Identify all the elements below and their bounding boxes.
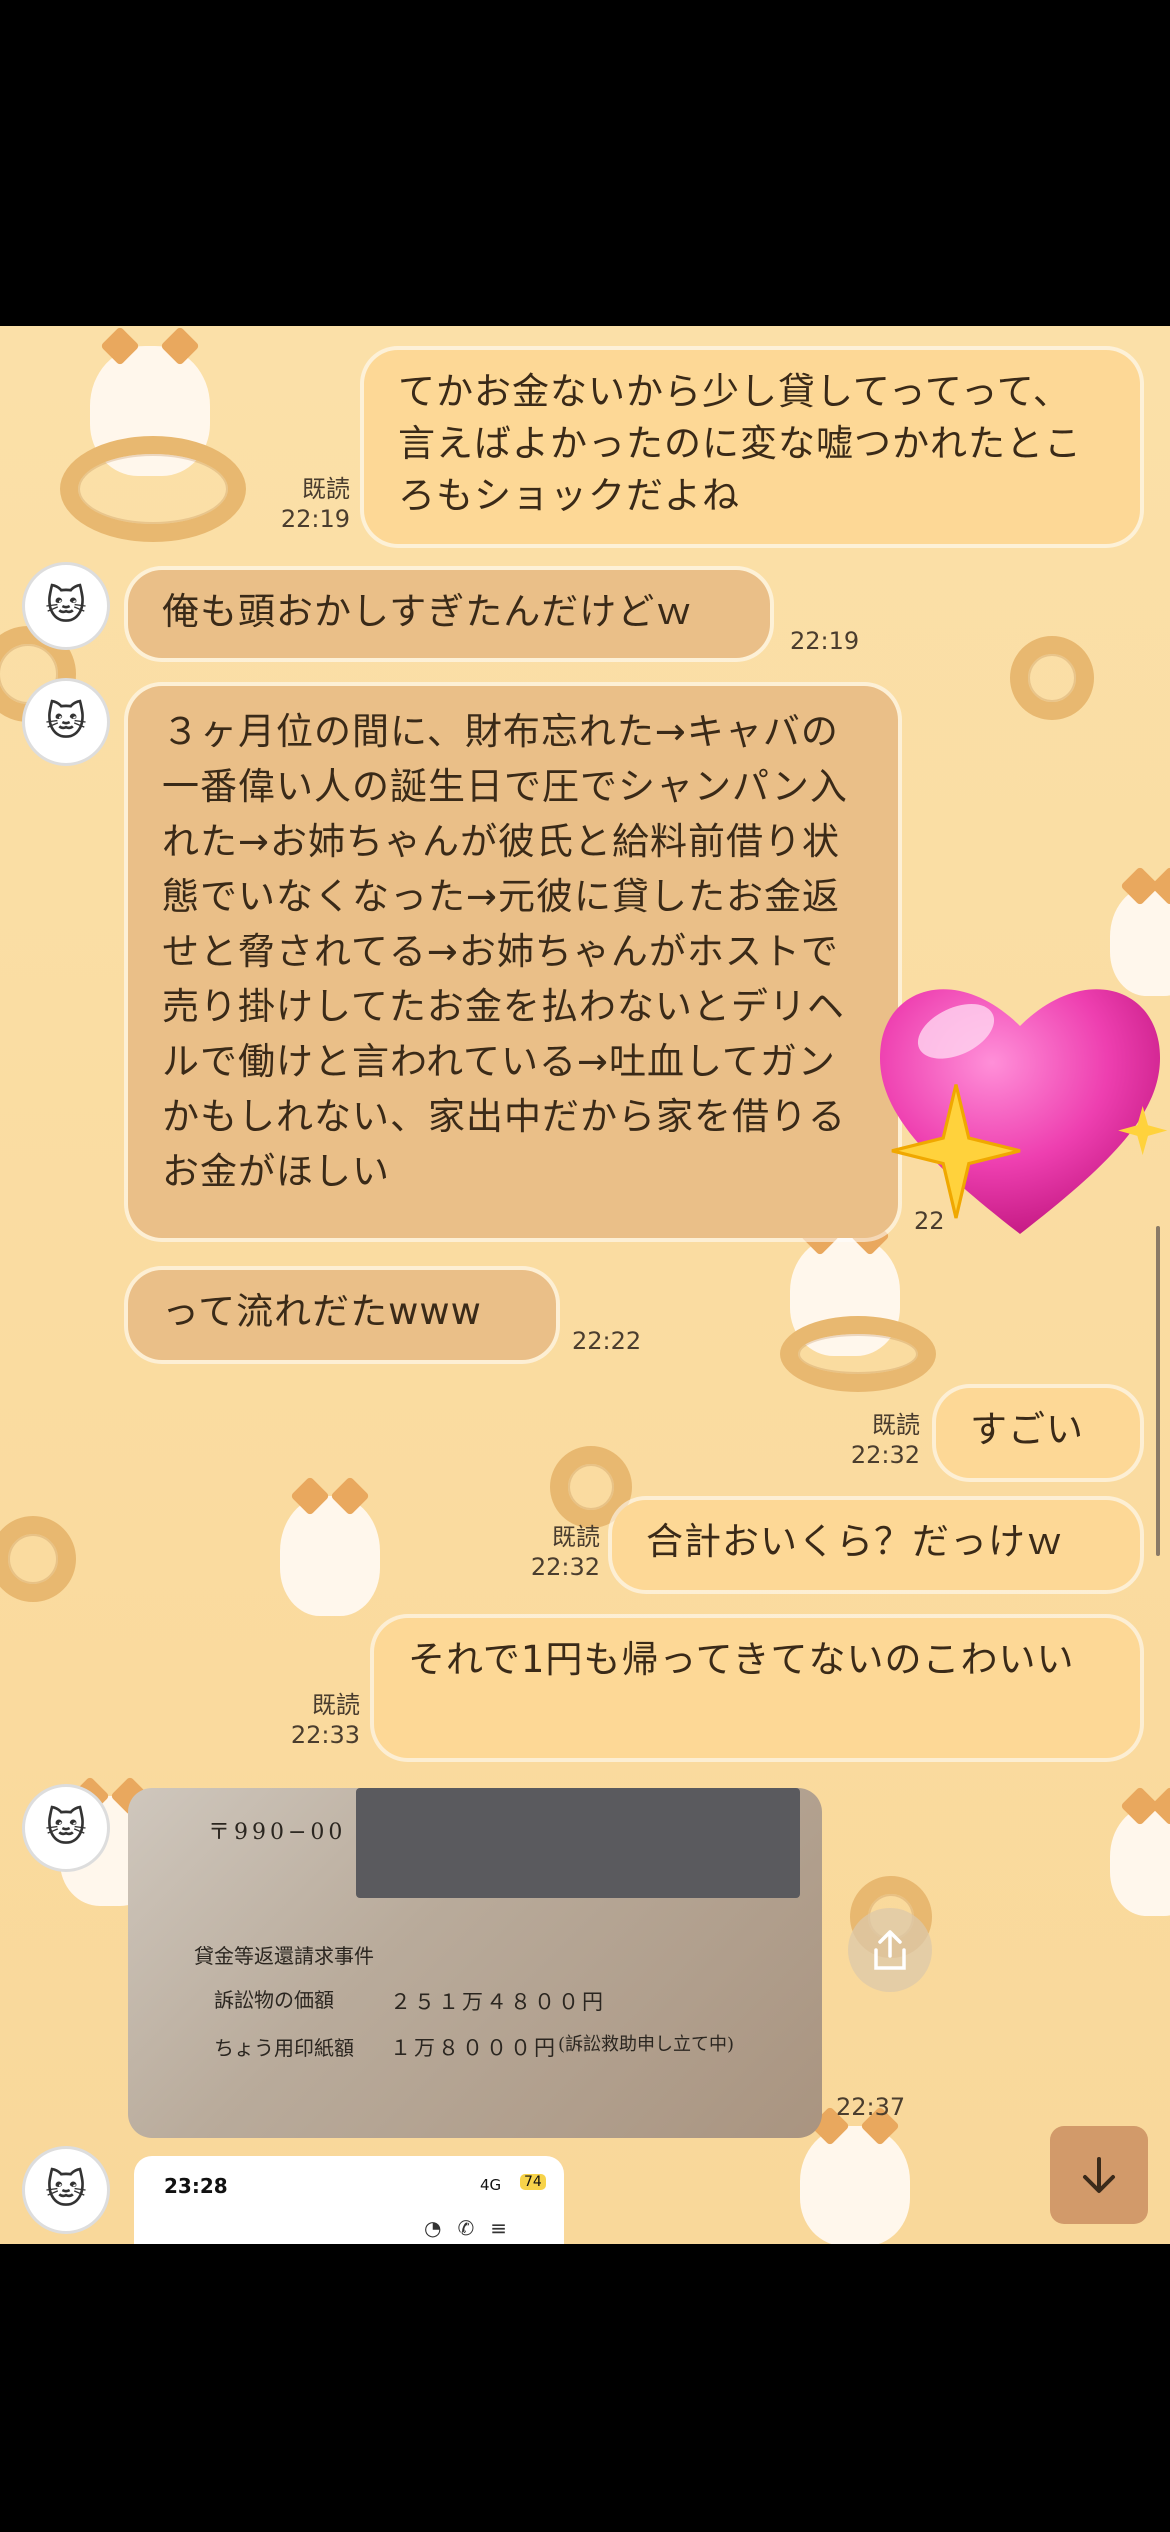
arrow-down-icon	[1083, 2157, 1115, 2193]
background-donut-decoration	[1010, 636, 1094, 720]
background-cat-decoration	[800, 2126, 910, 2244]
read-time-meta: 既読 22:33	[250, 1690, 360, 1750]
thumbnail-time: 23:28	[164, 2174, 228, 2198]
share-icon[interactable]	[848, 1908, 932, 1992]
scrollbar[interactable]	[1156, 1226, 1160, 1556]
photo-amount-label: 訴訟物の価額	[214, 1988, 334, 2012]
photo-postal-text: 〒990−00	[208, 1820, 347, 1845]
redaction-block	[356, 1788, 800, 1898]
cat-sticker-avatar[interactable]: 🐱	[22, 678, 110, 766]
cat-sticker-avatar[interactable]: 🐱	[22, 1784, 110, 1872]
background-cat-decoration	[280, 1496, 380, 1616]
timestamp: 22:32	[850, 1441, 920, 1469]
photo-stamp-note: (訴訟救助申し立て中)	[558, 2034, 735, 2055]
message-bubble-outgoing[interactable]: てかお金ないから少し貸してってって、言えばよかったのに変な嘘つかれたところもショ…	[364, 350, 1140, 544]
thumbnail-icons: ◔✆≡	[424, 2216, 523, 2240]
read-receipt: 既読	[302, 475, 350, 503]
background-cat-decoration	[1110, 1806, 1170, 1916]
chat-area[interactable]: 既読 22:19 てかお金ないから少し貸してってって、言えばよかったのに変な嘘つ…	[0, 326, 1170, 2244]
sparkling-heart-icon	[879, 989, 1168, 1234]
screenshot-thumbnail[interactable]: 23:28 4G 74 ◔✆≡	[134, 2156, 564, 2244]
timestamp: 22:22	[572, 1327, 642, 1355]
background-donut-decoration	[780, 1316, 936, 1392]
read-receipt: 既読	[312, 1691, 360, 1719]
cat-sticker-avatar[interactable]: 🐱	[22, 562, 110, 650]
read-receipt: 既読	[872, 1411, 920, 1439]
cat-sticker-avatar[interactable]: 🐱	[22, 2146, 110, 2234]
thumbnail-signal: 4G	[480, 2176, 502, 2194]
timestamp: 22:32	[530, 1553, 600, 1581]
read-time-meta: 既読 22:19	[240, 474, 350, 534]
timestamp: 22:37	[836, 2093, 906, 2121]
timestamp: 22:33	[290, 1721, 360, 1749]
message-bubble-outgoing[interactable]: すごい	[936, 1388, 1140, 1478]
photo-stamp-label: ちょう用印紙額	[214, 2036, 354, 2060]
message-bubble-incoming[interactable]: 俺も頭おかしすぎたんだけどｗ	[128, 570, 770, 658]
scroll-down-button[interactable]	[1050, 2126, 1148, 2224]
share-icon	[874, 1930, 906, 1970]
photo-case-text: 貸金等返還請求事件	[194, 1944, 374, 1968]
thumbnail-battery: 74	[520, 2174, 546, 2190]
message-bubble-incoming[interactable]: ３ヶ月位の間に、財布忘れた→キャバの一番偉い人の誕生日で圧でシャンパン入れた→お…	[128, 686, 898, 1238]
photo-stamp-value: １万８０００円	[390, 2036, 558, 2060]
background-donut-decoration	[0, 1516, 76, 1602]
message-bubble-outgoing[interactable]: 合計おいくら？だっけｗ	[612, 1500, 1140, 1590]
read-time-meta: 既読 22:32	[820, 1410, 920, 1470]
photo-amount-value: ２５１万４８００円	[390, 1990, 606, 2014]
read-receipt: 既読	[552, 1523, 600, 1551]
timestamp: 22:19	[280, 505, 350, 533]
timestamp: 22:19	[790, 627, 860, 655]
message-bubble-outgoing[interactable]: それで1円も帰ってきてないのこわいい	[374, 1618, 1140, 1758]
read-time-meta: 既読 22:32	[500, 1522, 600, 1582]
message-bubble-incoming[interactable]: って流れだたwww	[128, 1270, 556, 1360]
document-photo[interactable]: 〒990−00 貸金等返還請求事件 訴訟物の価額 ２５１万４８００円 ちょう用印…	[128, 1788, 822, 2138]
background-donut-decoration	[60, 436, 246, 542]
